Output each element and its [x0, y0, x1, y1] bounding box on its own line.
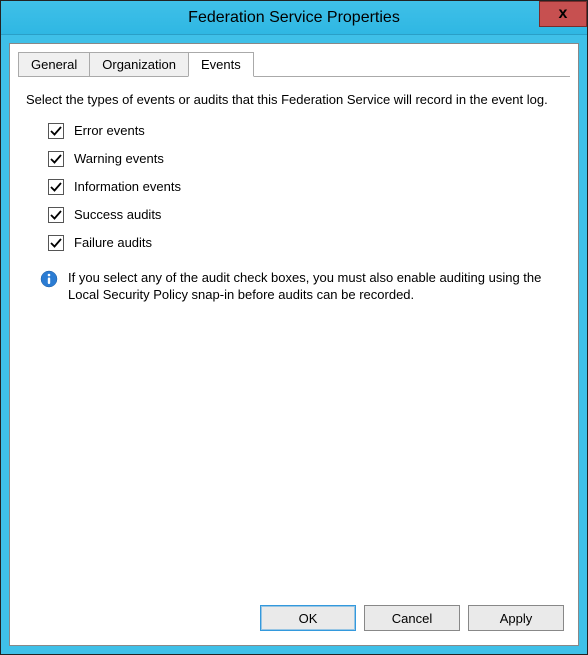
cancel-button[interactable]: Cancel	[364, 605, 460, 631]
checkbox-label: Failure audits	[74, 235, 152, 250]
apply-button[interactable]: Apply	[468, 605, 564, 631]
check-icon	[50, 153, 62, 165]
check-icon	[50, 237, 62, 249]
check-icon	[50, 209, 62, 221]
ok-button[interactable]: OK	[260, 605, 356, 631]
check-row-error-events: Error events	[48, 123, 562, 139]
check-icon	[50, 125, 62, 137]
tab-underline	[18, 76, 570, 77]
check-row-information-events: Information events	[48, 179, 562, 195]
close-button[interactable]: x	[539, 1, 587, 27]
close-icon: x	[559, 5, 568, 23]
checkbox-error-events[interactable]	[48, 123, 64, 139]
check-row-warning-events: Warning events	[48, 151, 562, 167]
checkbox-failure-audits[interactable]	[48, 235, 64, 251]
tab-general[interactable]: General	[18, 52, 90, 77]
checkbox-label: Warning events	[74, 151, 164, 166]
tab-content-events: Select the types of events or audits tha…	[10, 77, 578, 593]
window-title: Federation Service Properties	[1, 9, 587, 27]
checkbox-information-events[interactable]	[48, 179, 64, 195]
check-row-success-audits: Success audits	[48, 207, 562, 223]
client-area: General Organization Events Select the t…	[1, 35, 587, 654]
checkbox-success-audits[interactable]	[48, 207, 64, 223]
dialog-body: General Organization Events Select the t…	[9, 43, 579, 646]
checkbox-warning-events[interactable]	[48, 151, 64, 167]
button-row: OK Cancel Apply	[10, 593, 578, 645]
titlebar: Federation Service Properties x	[1, 1, 587, 35]
info-icon	[40, 270, 58, 288]
info-text: If you select any of the audit check box…	[68, 269, 562, 304]
intro-text: Select the types of events or audits tha…	[26, 91, 562, 109]
tab-organization[interactable]: Organization	[89, 52, 189, 77]
check-icon	[50, 181, 62, 193]
dialog-window: Federation Service Properties x General …	[0, 0, 588, 655]
checkbox-label: Success audits	[74, 207, 161, 222]
checkbox-label: Error events	[74, 123, 145, 138]
tab-events[interactable]: Events	[188, 52, 254, 77]
checkbox-label: Information events	[74, 179, 181, 194]
check-row-failure-audits: Failure audits	[48, 235, 562, 251]
event-checklist: Error events Warning events Information …	[26, 123, 562, 263]
tab-strip: General Organization Events	[10, 44, 578, 77]
info-row: If you select any of the audit check box…	[26, 269, 562, 304]
